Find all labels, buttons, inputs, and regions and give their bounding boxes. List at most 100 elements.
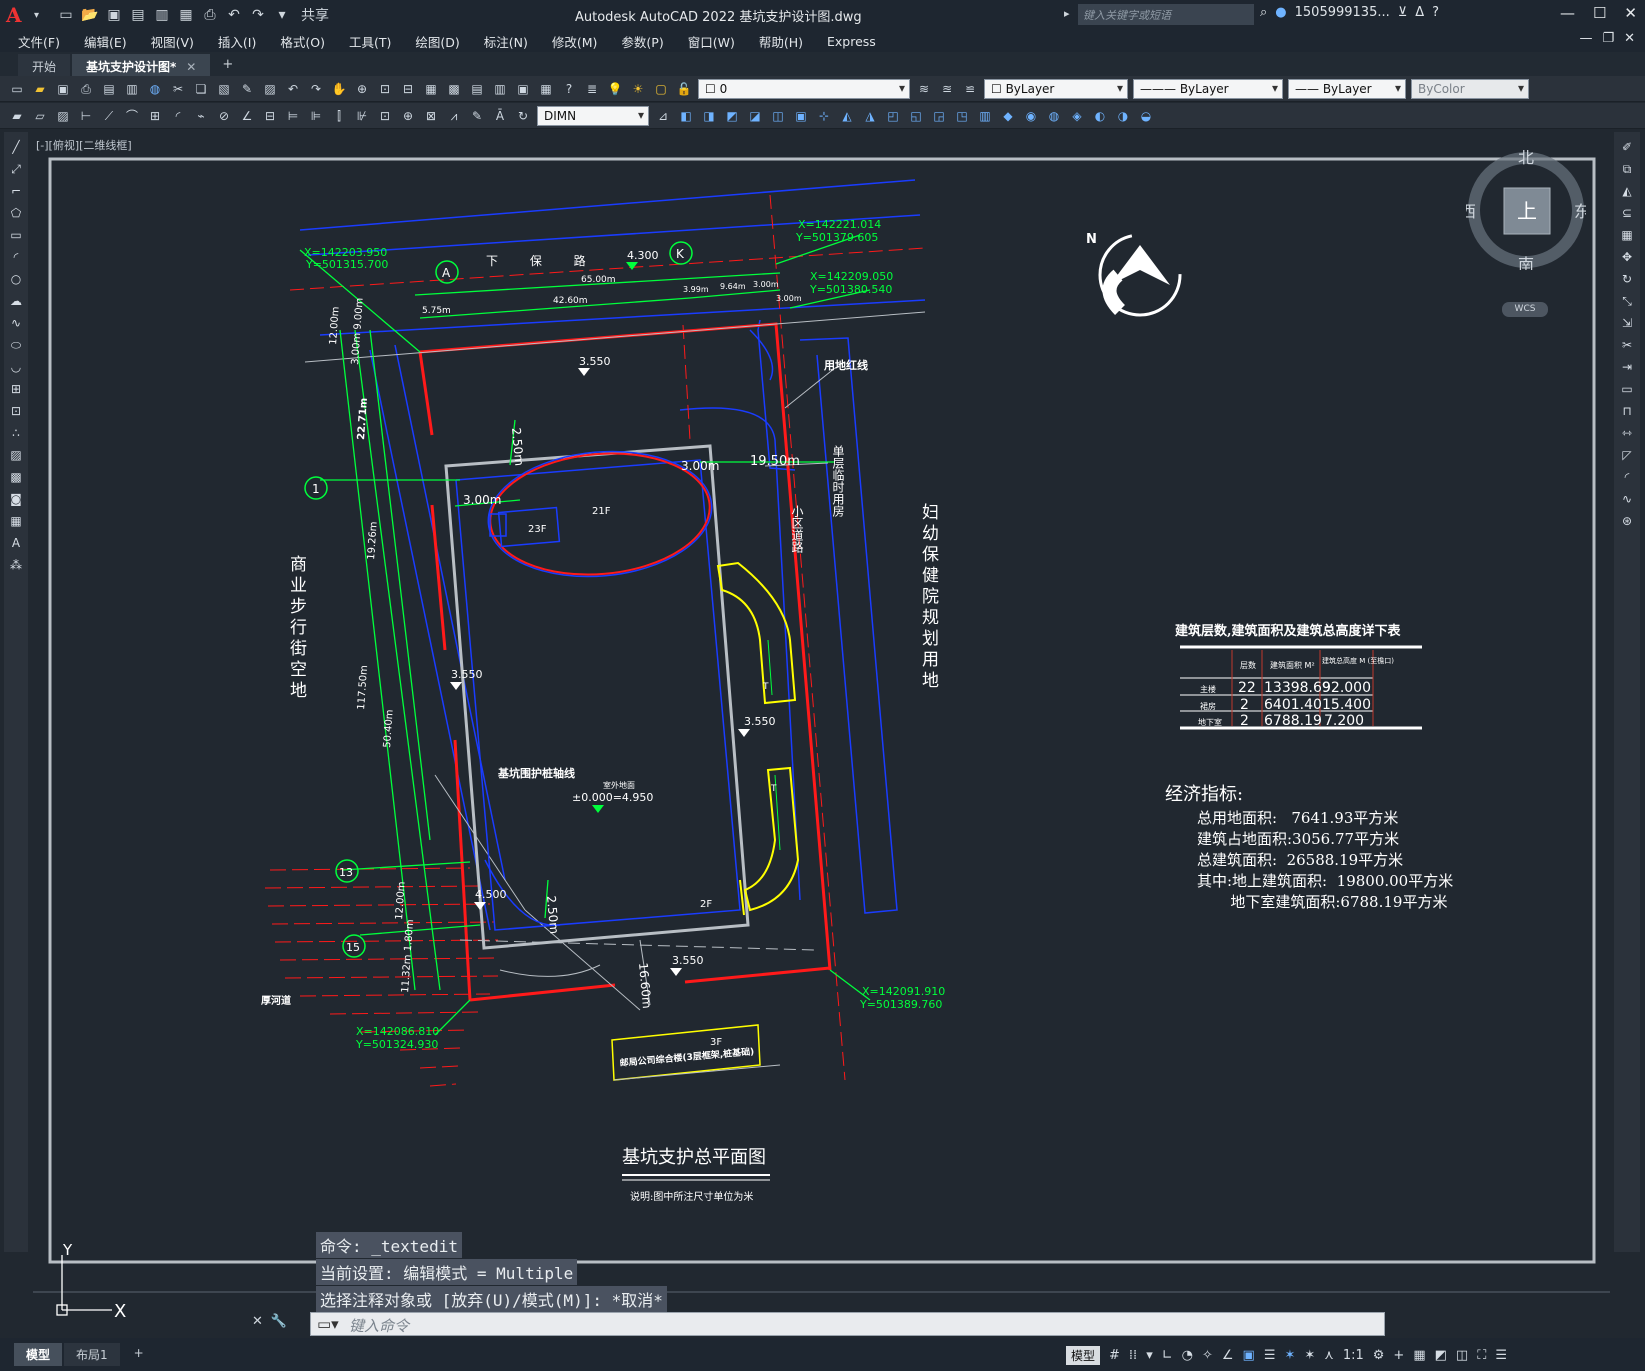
isodraft-icon[interactable]: ✧ <box>1202 1348 1213 1363</box>
auto-scale-icon[interactable]: ✶ <box>1304 1348 1315 1363</box>
dim-12-00-b: 12.00m <box>394 881 408 920</box>
dim-3-00-b: 3.00m <box>776 294 802 303</box>
econ-heading: 经济指标: <box>1165 784 1244 805</box>
label-21f: 21F <box>592 506 611 517</box>
table-row1-height: 92.000 <box>1322 680 1371 696</box>
label-community-road: 小区道路 <box>790 505 804 554</box>
econ-row: 地下室建筑面积:6788.19平方米 <box>1197 893 1448 911</box>
dim-42-60: 42.60m <box>553 296 588 306</box>
polar-icon[interactable]: ◔ <box>1182 1348 1193 1363</box>
table-row2-floors: 2 <box>1240 697 1249 713</box>
ucs-y-label: Y <box>62 1241 73 1259</box>
wcs-label: WCS <box>1514 304 1536 314</box>
plan-title-underline <box>622 1174 770 1181</box>
layout-tabs: 模型 布局1 + <box>14 1343 156 1366</box>
command-prompt-icon[interactable]: ▭▾ <box>317 1315 339 1333</box>
dim-50-40: 50.40m <box>382 709 396 748</box>
command-close-icon[interactable]: ✕ <box>252 1314 263 1329</box>
dim-3-00-c: 3.00m <box>463 493 501 507</box>
dim-19-50: 19.50m <box>750 454 800 469</box>
table-row3-name: 地下室 <box>1198 717 1222 727</box>
label-hospital: 妇幼保健院规划用地 <box>918 503 939 692</box>
ramp-green <box>767 639 781 851</box>
annotation-scale-value[interactable]: 1:1 <box>1343 1348 1364 1363</box>
compass-east[interactable]: 东 <box>1574 202 1590 221</box>
table-row3-area: 6788.19 <box>1264 713 1322 729</box>
economic-indicators: 经济指标: 总用地面积: 7641.93平方米 建筑占地面积:3056.77平方… <box>1165 780 1453 913</box>
red-lines <box>289 194 926 1081</box>
econ-row: 建筑占地面积:3056.77平方米 <box>1197 830 1400 848</box>
command-placeholder: 键入命令 <box>349 1317 410 1335</box>
compass-west[interactable]: 西 <box>1460 202 1476 221</box>
ramps <box>716 561 800 916</box>
command-history-line: 命令: _textedit <box>316 1232 462 1258</box>
label-elev-main: ±0.000=4.950 <box>572 791 653 804</box>
axis-label-k: K <box>676 247 685 261</box>
layout-tab-model[interactable]: 模型 <box>14 1343 63 1366</box>
osnap-icon[interactable]: ▣ <box>1243 1348 1255 1363</box>
label-ramp-t2: T <box>770 784 777 794</box>
annotation-visibility-icon[interactable]: ✶ <box>1284 1348 1295 1363</box>
viewcube-svg: 北 南 西 东 上 <box>1460 148 1590 274</box>
label-2f: 2F <box>700 899 712 910</box>
road-name: 下 保 路 <box>486 253 600 268</box>
table-row2-area: 6401.40 <box>1264 697 1322 713</box>
layout-tab-1[interactable]: 布局1 <box>64 1343 120 1366</box>
label-23f: 23F <box>528 524 547 535</box>
label-redline: 用地红线 <box>824 358 868 372</box>
coord-bl-y: Y=501324.930 <box>355 1038 438 1051</box>
label-indoor: 室外地面 <box>603 780 635 790</box>
econ-row: 总建筑面积: 26588.19平方米 <box>1197 851 1404 869</box>
table-row2-name: 裙房 <box>1200 701 1216 711</box>
command-customize-icon[interactable]: 🔧 <box>271 1314 287 1329</box>
label-office: 邮局公司综合楼(3层框架,桩基础) <box>619 1045 754 1069</box>
otrack-icon[interactable]: ∠ <box>1222 1348 1234 1363</box>
compass-south[interactable]: 南 <box>1518 255 1534 274</box>
label-3f: 3F <box>710 1037 722 1048</box>
workspace-gear-icon[interactable]: ⚙ <box>1373 1348 1385 1363</box>
label-pitline: 基坑围护桩轴线 <box>497 766 575 780</box>
model-space-button[interactable]: 模型 <box>1066 1346 1101 1365</box>
lineweight-icon[interactable]: ☰ <box>1264 1348 1276 1363</box>
axis-label-1: 1 <box>312 482 320 496</box>
plan-note: 说明:图中所注尺寸单位为米 <box>630 1192 754 1203</box>
viewcube-top-face[interactable]: 上 <box>1517 199 1537 223</box>
elev-3550-b: 3.550 <box>451 668 483 681</box>
dim-12-00: 12.00m <box>328 306 342 345</box>
dim-16-60: 16.60m <box>636 962 654 1009</box>
axis-label-15: 15 <box>346 941 360 954</box>
elev-3550-a: 3.550 <box>579 355 611 368</box>
dim-9-64: 9.64m <box>720 282 746 291</box>
table-row2-height: 15.400 <box>1322 697 1371 713</box>
dim-5-75: 5.75m <box>422 306 451 316</box>
table-row1-floors: 22 <box>1238 680 1256 696</box>
table-text: 层数 建筑面积 M² 建筑总高度 M (至檐口) 主楼 22 13398.69 … <box>1198 656 1394 729</box>
label-river: 厚河道 <box>261 994 291 1007</box>
table-row3-floors: 2 <box>1240 713 1249 729</box>
annotation-monitor-icon[interactable]: + <box>1393 1348 1404 1363</box>
customization-icon[interactable]: ☰ <box>1495 1348 1507 1363</box>
command-history-line: 选择注释对象或 [放弃(U)/模式(M)]: *取消* <box>316 1286 667 1312</box>
infer-icon[interactable]: ▾ <box>1146 1348 1153 1363</box>
fullscreen-icon[interactable]: ⛶ <box>1477 1348 1486 1363</box>
coord-tr-y: Y=501379.605 <box>795 231 878 244</box>
isolate-icon[interactable]: ◫ <box>1456 1348 1468 1363</box>
viewcube[interactable]: 北 南 西 东 上 WCS <box>1460 148 1590 317</box>
snap-icon[interactable]: ⁞⁞ <box>1129 1348 1137 1363</box>
grid-icon[interactable]: # <box>1109 1348 1120 1363</box>
units-icon[interactable]: ▦ <box>1413 1348 1425 1363</box>
table-row1-name: 主楼 <box>1200 684 1216 694</box>
dim-19-26: 19.26m <box>366 521 380 560</box>
add-layout-button[interactable]: + <box>122 1343 156 1366</box>
annotation-scale-icon[interactable]: ⋏ <box>1324 1348 1334 1363</box>
compass-north[interactable]: 北 <box>1518 148 1534 167</box>
elev-3550-c: 3.550 <box>744 715 776 728</box>
wcs-menu[interactable]: WCS <box>1502 302 1548 317</box>
autocad-window: A ▾ ▭ 📂 ▣ ▤ ▥ ▦ ⎙ ↶ ↷ ▾ 共享 Autodesk Auto… <box>0 0 1645 1371</box>
quick-properties-icon[interactable]: ◩ <box>1435 1348 1447 1363</box>
command-input[interactable]: ▭▾ 键入命令 <box>310 1312 1385 1336</box>
ortho-icon[interactable]: ∟ <box>1162 1348 1173 1363</box>
label-temp-house: 单层临时用房 <box>831 445 845 517</box>
label-street: 商业步行街空地 <box>286 555 307 702</box>
elev-road: 4.300 <box>627 249 659 262</box>
